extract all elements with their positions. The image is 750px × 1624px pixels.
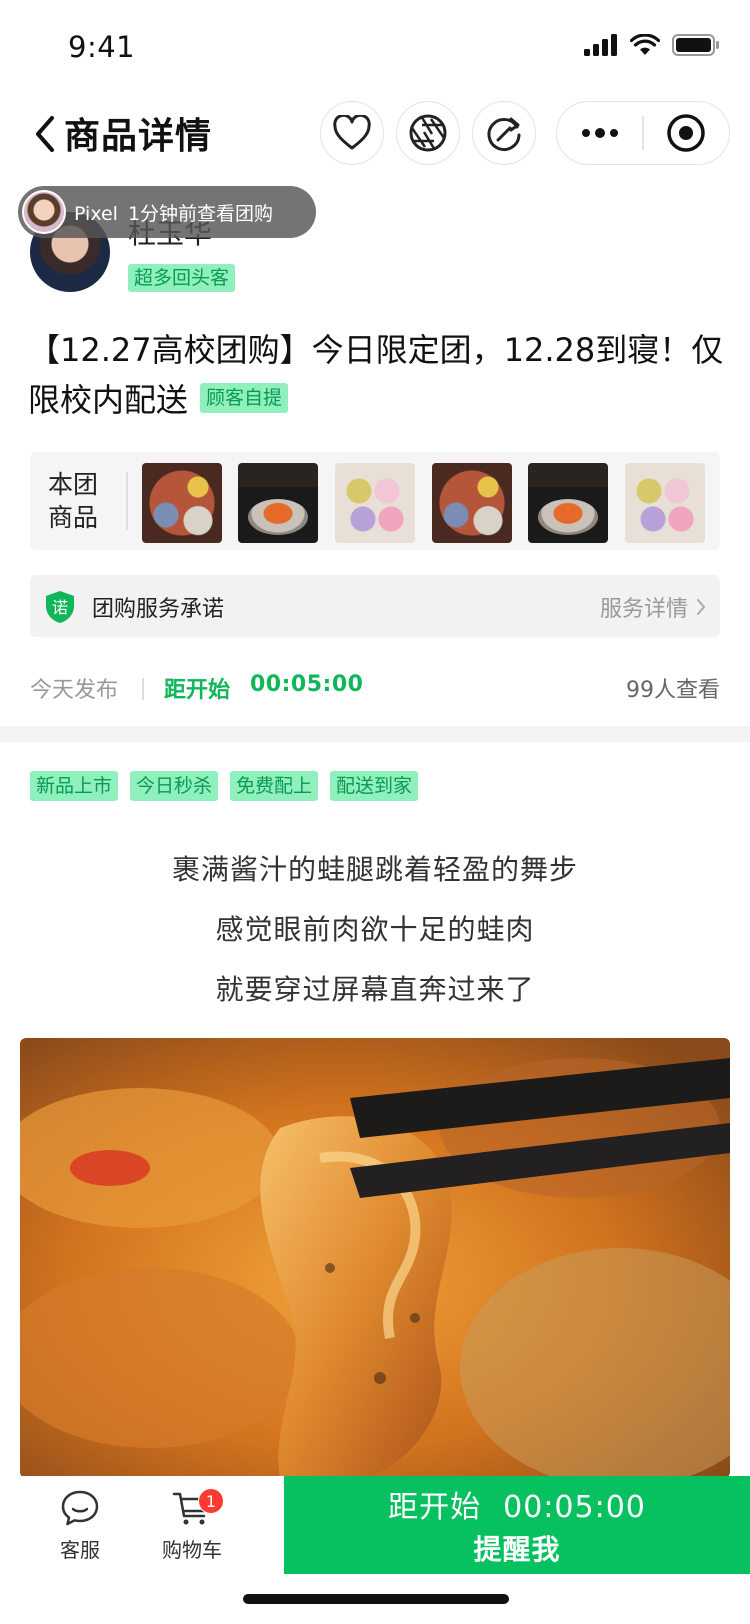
service-promise-row[interactable]: 诺 团购服务承诺 服务详情 [30,575,720,637]
chevron-left-icon [36,116,54,152]
countdown-value: 00:05:00 [250,672,364,697]
service-label: 团购服务承诺 [92,597,225,622]
more-menu-button[interactable] [557,102,642,164]
chat-bubble-icon [61,1490,99,1526]
shield-text: 诺 [52,598,68,617]
goods-divider [126,472,128,530]
toast-avatar [22,190,66,234]
remind-countdown: 距开始 00:05:00 [388,1482,646,1526]
feature-tag: 新品上市 [30,771,119,801]
remind-countdown-value: 00:05:00 [503,1490,646,1525]
goods-thumb-2[interactable] [238,463,318,543]
page-title: 商品详情 [64,116,213,157]
group-goods-label: 本团商品 [48,470,99,532]
toast-text: Pixel 1分钟前查看团购 [74,199,273,226]
close-miniprogram-button[interactable] [644,102,729,164]
remind-action-label: 提醒我 [473,1533,561,1566]
more-dots-icon [581,128,618,138]
shield-promise-icon: 诺 [46,591,74,623]
wifi-icon [630,34,660,55]
cart-count-badge: 1 [198,1488,224,1514]
section-divider [0,726,750,742]
description-line-1: 裹满酱汁的蛙腿跳着轻盈的舞步 [171,853,578,886]
countdown-label: 距开始 [164,678,231,703]
description-line-3: 就要穿过屏幕直奔过来了 [215,973,535,1006]
recent-viewer-toast: Pixel 1分钟前查看团购 [18,186,316,238]
share-button[interactable] [472,101,536,165]
feature-tag: 配送到家 [330,771,419,801]
toast-user: Pixel [74,202,118,225]
cart-button[interactable]: 1 购物车 [142,1488,242,1588]
aperture-icon [409,114,447,152]
heart-icon [333,115,371,150]
goods-thumb-4[interactable] [432,463,512,543]
cart-label: 购物车 [162,1538,222,1562]
home-indicator [243,1594,509,1604]
aperture-button[interactable] [396,101,460,165]
customer-service-label: 客服 [60,1538,100,1562]
product-hero-image[interactable] [20,1038,730,1478]
meta-row: 今天发布 距开始 00:05:00 99人查看 [30,672,720,706]
published-time: 今天发布 [30,678,119,703]
service-detail-text: 服务详情 [599,597,688,622]
feature-tags: 新品上市 今日秒杀 免费配上 配送到家 [30,771,419,801]
feature-tag: 免费配上 [230,771,319,801]
service-detail-link[interactable]: 服务详情 [600,591,706,623]
goods-thumb-1[interactable] [142,463,222,543]
customer-service-button[interactable]: 客服 [30,1488,130,1588]
seller-badge: 超多回头客 [128,264,236,292]
status-bar: 9:41 [0,0,750,90]
product-title-text: 【12.27高校团购】今日限定团，12.28到寝！仅限校内配送 [28,331,724,419]
frog-legs-dish-image [20,1038,730,1478]
target-close-icon [667,114,706,152]
toast-message: 1分钟前查看团购 [127,202,274,225]
status-icons [584,34,720,56]
nav-header: 商品详情 [0,95,750,175]
refresh-share-icon [487,117,521,151]
remind-countdown-label: 距开始 [388,1490,482,1525]
description-line-2: 感觉眼前肉欲十足的蛙肉 [215,913,535,946]
meta-divider [142,678,144,700]
goods-thumb-6[interactable] [625,463,705,543]
group-goods-strip[interactable]: 本团商品 [30,452,720,550]
status-time: 9:41 [68,30,136,64]
goods-thumb-3[interactable] [335,463,415,543]
miniprogram-capsule [556,101,730,165]
view-count: 99人查看 [626,678,720,703]
back-button[interactable] [26,109,62,159]
product-title: 【12.27高校团购】今日限定团，12.28到寝！仅限校内配送 顾客自提 [28,325,728,425]
goods-thumb-5[interactable] [528,463,608,543]
chevron-right-icon [697,599,706,615]
feature-tag: 今日秒杀 [130,771,219,801]
favorite-button[interactable] [320,101,384,165]
pickup-tag: 顾客自提 [200,383,289,413]
remind-me-button[interactable]: 距开始 00:05:00 提醒我 [284,1476,750,1574]
signal-icon [584,34,617,56]
battery-icon [672,34,719,56]
product-detail-page: 9:41 商品详情 超多回头客 Pixel 1分钟前查看团购 【12.27高校团… [0,0,750,1624]
